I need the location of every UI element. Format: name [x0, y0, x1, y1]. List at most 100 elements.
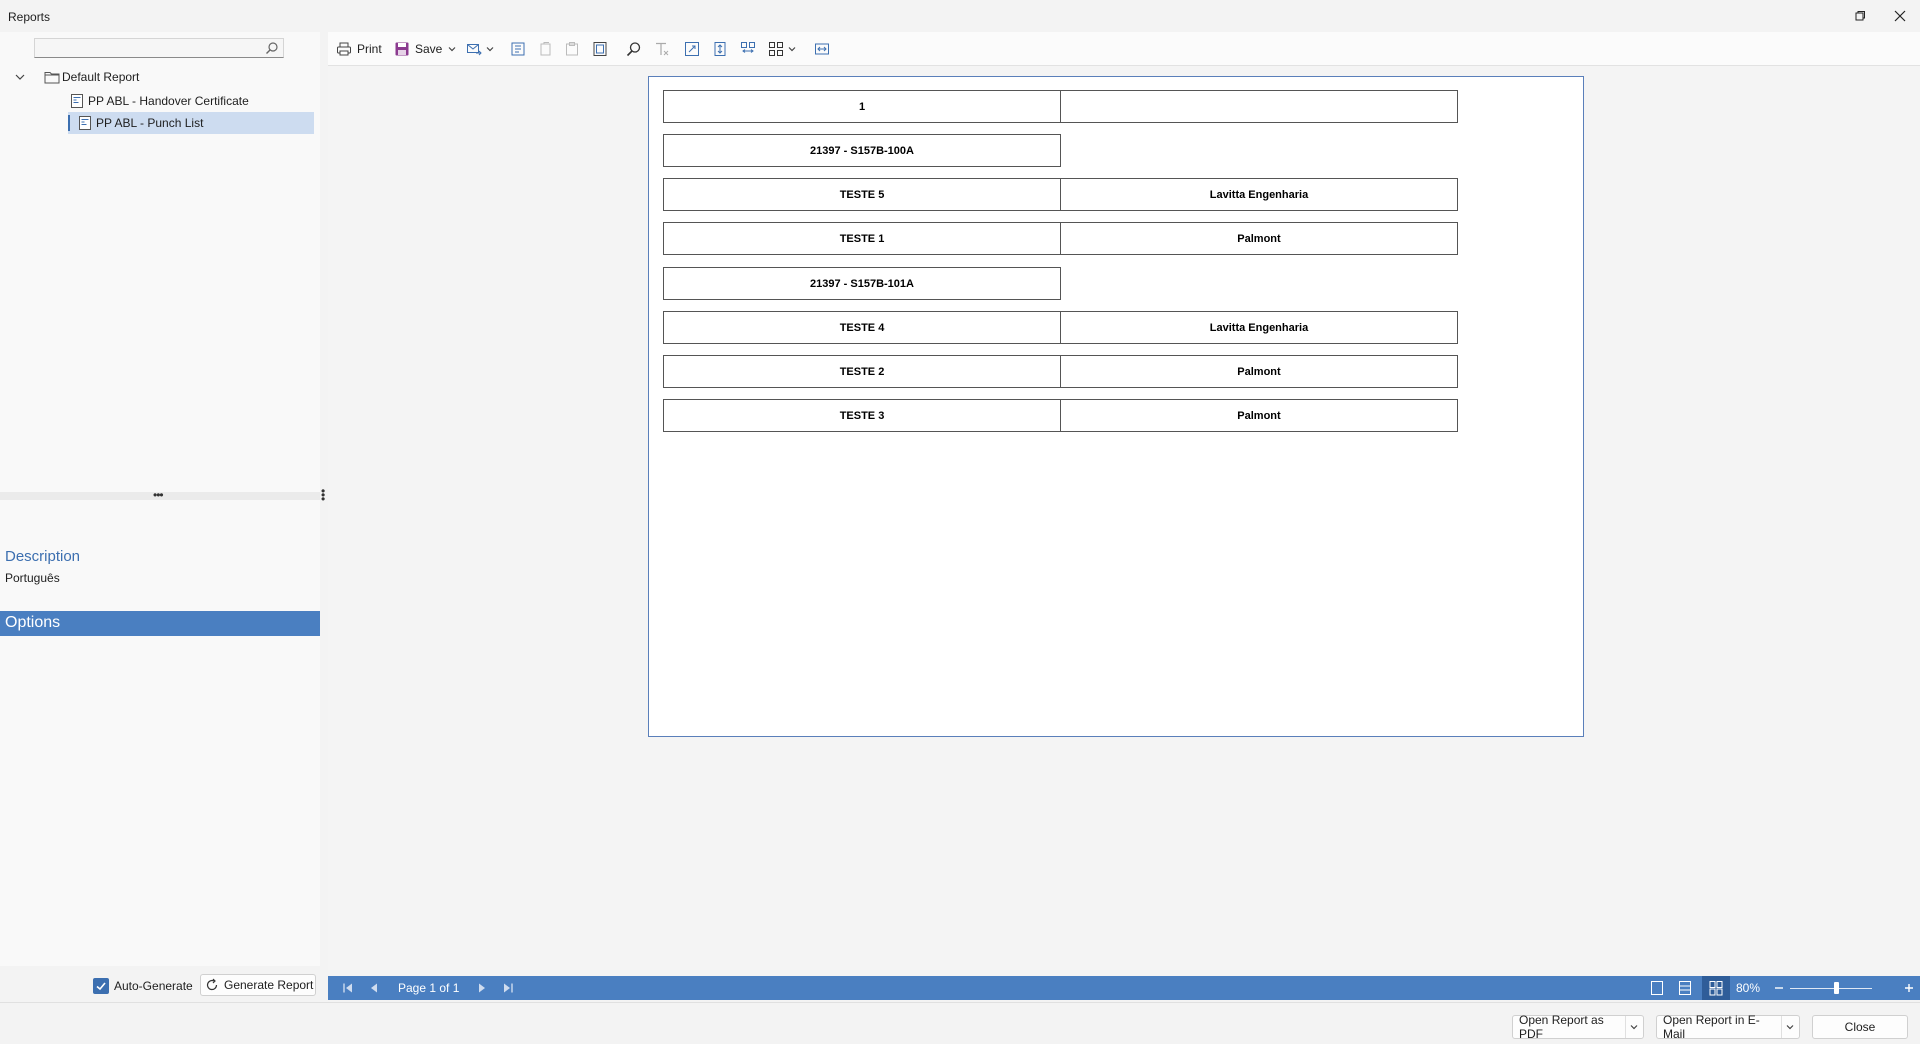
find-icon	[626, 42, 641, 57]
search-input[interactable]	[35, 39, 255, 57]
panel-splitter[interactable]: •••	[0, 488, 320, 502]
options-title: Options	[5, 614, 61, 631]
tree-item-label: PP ABL - Handover Certificate	[88, 94, 249, 108]
zoom-in-button[interactable]	[1904, 980, 1914, 996]
close-window-button[interactable]	[1882, 4, 1918, 28]
close-button[interactable]: Close	[1812, 1015, 1908, 1039]
report-viewer[interactable]: 1 21397 - S157B-100A TESTE 5 Lavitta Eng…	[328, 66, 1920, 976]
tree-node-label: Default Report	[62, 70, 140, 84]
next-page-button[interactable]	[476, 980, 488, 996]
checkmark-icon	[96, 982, 106, 991]
report-cell-left: TESTE 2	[663, 355, 1061, 388]
multi-page-view-button[interactable]	[1702, 976, 1730, 1000]
fit-width-icon	[741, 42, 755, 53]
report-cell-left: TESTE 4	[663, 311, 1061, 344]
search-icon	[266, 42, 278, 54]
generate-report-button[interactable]: Generate Report	[200, 974, 316, 996]
zoom-out-button[interactable]	[1774, 980, 1784, 996]
window-title: Reports	[8, 10, 51, 24]
full-screen-button[interactable]	[814, 38, 830, 60]
dialog-button-bar: Open Report as PDF Open Report in E-Mail…	[0, 1002, 1920, 1044]
splitter-grip-icon: •••	[153, 488, 164, 502]
report-cell-right: Palmont	[1060, 399, 1458, 432]
last-page-button[interactable]	[502, 980, 514, 996]
previous-page-button[interactable]	[368, 980, 380, 996]
open-pdf-button[interactable]: Open Report as PDF	[1512, 1013, 1644, 1041]
auto-generate-checkbox[interactable]	[93, 978, 109, 994]
fit-height-icon	[714, 42, 726, 56]
report-cell-right: Palmont	[1060, 355, 1458, 388]
email-icon	[467, 44, 482, 56]
generate-report-label: Generate Report	[224, 978, 314, 992]
page-setup-icon	[593, 42, 607, 56]
printer-icon	[337, 42, 351, 56]
parameters-button[interactable]	[510, 38, 526, 60]
chevron-down-icon[interactable]	[788, 45, 796, 53]
multiple-pages-button[interactable]	[768, 38, 796, 60]
report-icon	[79, 116, 91, 130]
find-button[interactable]	[626, 38, 642, 60]
open-pdf-label: Open Report as PDF	[1519, 1013, 1604, 1041]
fit-page-button[interactable]	[684, 38, 700, 60]
fit-width-button[interactable]	[740, 38, 756, 60]
status-bar: Page 1 of 1 80%	[328, 976, 1920, 1000]
restore-icon	[1855, 11, 1865, 21]
close-label: Close	[1844, 1020, 1876, 1034]
single-page-view-button[interactable]	[1650, 980, 1664, 996]
zoom-level: 80%	[1736, 981, 1761, 995]
paste-icon	[566, 42, 578, 56]
zoom-slider-thumb[interactable]	[1834, 982, 1839, 994]
first-page-button[interactable]	[342, 980, 354, 996]
chevron-down-icon[interactable]	[14, 71, 26, 83]
open-pdf-dropdown[interactable]	[1625, 1016, 1641, 1038]
text-format-icon	[656, 42, 669, 56]
last-page-icon	[504, 983, 513, 993]
copy-button[interactable]	[538, 38, 554, 60]
tree-node-default-report[interactable]: Default Report	[14, 66, 314, 88]
zoom-slider-track[interactable]	[1790, 988, 1872, 989]
continuous-view-icon	[1679, 981, 1691, 995]
single-page-icon	[1651, 981, 1663, 995]
send-email-button[interactable]	[466, 38, 494, 60]
chevron-down-icon	[1630, 1025, 1637, 1030]
fit-page-icon	[685, 42, 699, 56]
description-text: Português	[5, 571, 60, 585]
vertical-splitter-grip-icon[interactable]: • • •	[321, 485, 325, 505]
report-cell-left: 1	[663, 90, 1061, 123]
left-panel: Default Report PP ABL - Handover Certifi…	[0, 32, 320, 966]
search-box	[34, 38, 284, 58]
tree-item-punch-list[interactable]: PP ABL - Punch List	[68, 112, 314, 134]
text-format-button[interactable]	[654, 38, 670, 60]
minus-icon	[1775, 987, 1783, 989]
generate-controls: Auto-Generate Generate Report	[0, 974, 328, 998]
report-cell-left: TESTE 3	[663, 399, 1061, 432]
description-title: Description	[5, 548, 81, 565]
preview-toolbar: Print Save	[328, 32, 1920, 66]
full-screen-icon	[815, 43, 829, 55]
options-header[interactable]: Options	[0, 611, 320, 636]
open-email-button[interactable]: Open Report in E-Mail	[1656, 1013, 1800, 1041]
page-setup-button[interactable]	[592, 38, 608, 60]
copy-icon	[540, 42, 551, 56]
paste-button[interactable]	[564, 38, 580, 60]
tree-item-handover-certificate[interactable]: PP ABL - Handover Certificate	[70, 90, 314, 112]
continuous-view-button[interactable]	[1678, 980, 1692, 996]
multi-page-icon	[1709, 981, 1723, 996]
previous-page-icon	[371, 983, 377, 993]
chevron-down-icon[interactable]	[448, 45, 456, 53]
auto-generate-label[interactable]: Auto-Generate	[114, 979, 193, 993]
open-email-dropdown[interactable]	[1781, 1016, 1797, 1038]
chevron-down-icon[interactable]	[486, 45, 494, 53]
print-label: Print	[357, 42, 382, 56]
report-cell-left: 21397 - S157B-100A	[663, 134, 1061, 167]
save-button[interactable]: Save	[394, 38, 456, 60]
save-icon	[395, 42, 409, 56]
page-indicator: Page 1 of 1	[398, 981, 460, 995]
report-cell-right: Palmont	[1060, 222, 1458, 255]
report-cell-left: TESTE 5	[663, 178, 1061, 211]
refresh-icon	[206, 978, 218, 991]
print-button[interactable]: Print	[336, 38, 382, 60]
restore-button[interactable]	[1842, 4, 1878, 28]
fit-height-button[interactable]	[712, 38, 728, 60]
plus-icon	[1905, 984, 1913, 992]
